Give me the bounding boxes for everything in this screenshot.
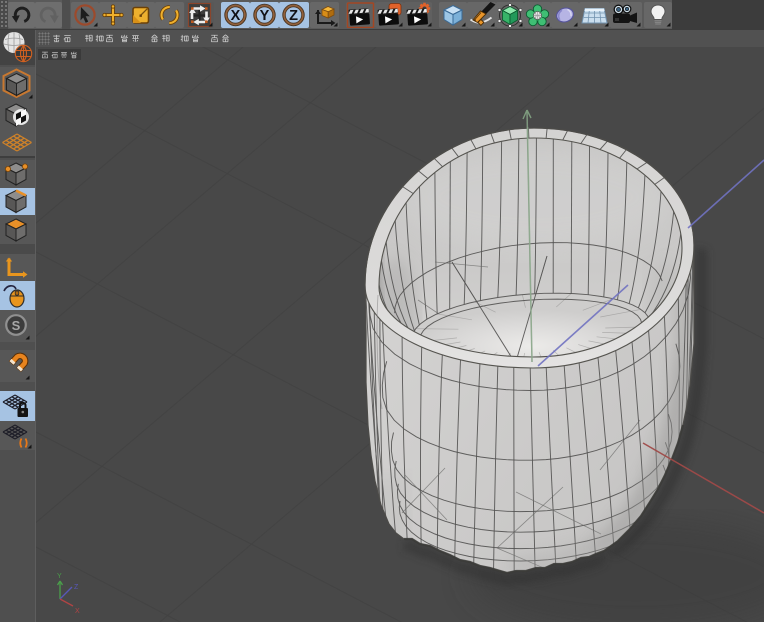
svg-text:Z: Z: [74, 584, 79, 591]
svg-text:X: X: [231, 8, 241, 24]
svg-text:Z: Z: [289, 8, 298, 24]
svg-text:Y: Y: [57, 573, 62, 580]
svg-text:S: S: [12, 318, 21, 333]
svg-text:X: X: [75, 608, 80, 615]
svg-text:Y: Y: [260, 8, 270, 24]
